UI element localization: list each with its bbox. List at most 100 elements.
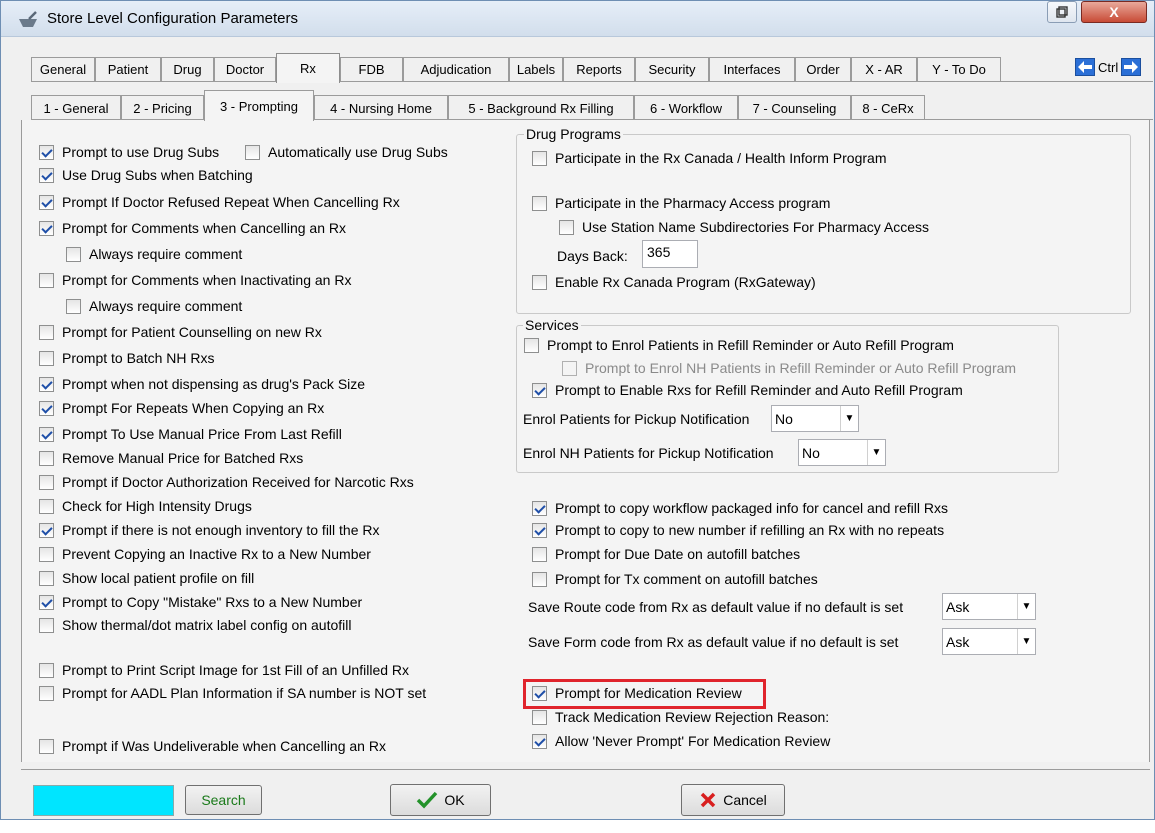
- checkbox[interactable]: [39, 350, 54, 366]
- checkbox[interactable]: [562, 360, 577, 376]
- checkbox[interactable]: [39, 738, 54, 754]
- close-button[interactable]: X: [1081, 1, 1147, 23]
- checkbox[interactable]: [39, 144, 54, 160]
- checkbox[interactable]: [532, 685, 547, 701]
- left-option[interactable]: Prompt if there is not enough inventory …: [39, 522, 380, 538]
- enrol-refill-option[interactable]: Prompt to Enrol Patients in Refill Remin…: [524, 337, 954, 353]
- nh-pickup-notification-select[interactable]: No ▼: [798, 439, 886, 466]
- left-option[interactable]: Prevent Copying an Inactive Rx to a New …: [39, 546, 371, 562]
- track-rejection-option[interactable]: Track Medication Review Rejection Reason…: [532, 709, 829, 725]
- route-code-select[interactable]: Ask ▼: [942, 593, 1036, 620]
- restore-button[interactable]: [1047, 1, 1077, 23]
- tab-fdb[interactable]: FDB: [340, 57, 403, 81]
- checkbox[interactable]: [39, 685, 54, 701]
- enrol-nh-refill-option[interactable]: Prompt to Enrol NH Patients in Refill Re…: [562, 360, 1016, 376]
- left-option[interactable]: Show thermal/dot matrix label config on …: [39, 617, 351, 633]
- right-option[interactable]: Prompt for Due Date on autofill batches: [532, 546, 800, 562]
- checkbox[interactable]: [39, 272, 54, 288]
- right-option[interactable]: Prompt to copy to new number if refillin…: [532, 522, 944, 538]
- left-option[interactable]: Prompt If Doctor Refused Repeat When Can…: [39, 194, 400, 210]
- dropdown-arrow-icon[interactable]: ▼: [840, 406, 858, 431]
- tab-x-ar[interactable]: X - AR: [851, 57, 917, 81]
- checkbox[interactable]: [39, 546, 54, 562]
- enable-rxs-refill-option[interactable]: Prompt to Enable Rxs for Refill Reminder…: [532, 382, 963, 398]
- left-option[interactable]: Prompt to Print Script Image for 1st Fil…: [39, 662, 409, 678]
- checkbox[interactable]: [524, 337, 539, 353]
- checkbox[interactable]: [532, 522, 547, 538]
- left-option[interactable]: Always require comment: [66, 298, 242, 314]
- checkbox[interactable]: [532, 571, 547, 587]
- subtab-general[interactable]: 1 - General: [31, 95, 121, 120]
- tab-general[interactable]: General: [31, 57, 95, 81]
- checkbox[interactable]: [532, 274, 547, 290]
- pharmacy-access-option[interactable]: Participate in the Pharmacy Access progr…: [532, 195, 830, 211]
- station-subdirs-option[interactable]: Use Station Name Subdirectories For Phar…: [559, 219, 929, 235]
- checkbox[interactable]: [39, 194, 54, 210]
- checkbox[interactable]: [39, 220, 54, 236]
- tab-rx[interactable]: Rx: [276, 53, 340, 83]
- left-option[interactable]: Prompt when not dispensing as drug's Pac…: [39, 376, 365, 392]
- left-option[interactable]: Prompt for Comments when Inactivating an…: [39, 272, 351, 288]
- left-option[interactable]: Prompt for Comments when Cancelling an R…: [39, 220, 346, 236]
- tab-labels[interactable]: Labels: [509, 57, 563, 81]
- tab-security[interactable]: Security: [635, 57, 709, 81]
- left-option[interactable]: Check for High Intensity Drugs: [39, 498, 252, 514]
- rx-gateway-option[interactable]: Enable Rx Canada Program (RxGateway): [532, 274, 816, 290]
- auto-drug-subs-option[interactable]: Automatically use Drug Subs: [245, 144, 448, 160]
- checkbox[interactable]: [39, 167, 54, 183]
- left-option[interactable]: Prompt to Copy "Mistake" Rxs to a New Nu…: [39, 594, 362, 610]
- left-option[interactable]: Prompt For Repeats When Copying an Rx: [39, 400, 324, 416]
- subtab-counseling[interactable]: 7 - Counseling: [738, 95, 851, 120]
- medication-review-option[interactable]: Prompt for Medication Review: [532, 685, 742, 701]
- checkbox[interactable]: [39, 570, 54, 586]
- checkbox[interactable]: [39, 426, 54, 442]
- dropdown-arrow-icon[interactable]: ▼: [867, 440, 885, 465]
- left-option[interactable]: Prompt To Use Manual Price From Last Ref…: [39, 426, 342, 442]
- left-option[interactable]: Prompt for Patient Counselling on new Rx: [39, 324, 322, 340]
- search-button[interactable]: Search: [185, 785, 262, 815]
- left-option[interactable]: Use Drug Subs when Batching: [39, 167, 253, 183]
- form-code-select[interactable]: Ask ▼: [942, 628, 1036, 655]
- checkbox[interactable]: [532, 500, 547, 516]
- tab-adjudication[interactable]: Adjudication: [403, 57, 509, 81]
- checkbox[interactable]: [39, 617, 54, 633]
- checkbox[interactable]: [532, 150, 547, 166]
- left-option[interactable]: Always require comment: [66, 246, 242, 262]
- subtab-nursing-home[interactable]: 4 - Nursing Home: [314, 95, 448, 120]
- checkbox[interactable]: [66, 298, 81, 314]
- left-option[interactable]: Prompt for AADL Plan Information if SA n…: [39, 685, 426, 701]
- checkbox[interactable]: [39, 450, 54, 466]
- arrow-left-icon[interactable]: [1075, 58, 1095, 76]
- subtab-background-rx-filling[interactable]: 5 - Background Rx Filling: [448, 95, 634, 120]
- checkbox[interactable]: [66, 246, 81, 262]
- ok-button[interactable]: OK: [390, 784, 491, 816]
- pickup-notification-select[interactable]: No ▼: [771, 405, 859, 432]
- tab-drug[interactable]: Drug: [161, 57, 214, 81]
- checkbox[interactable]: [39, 376, 54, 392]
- left-option[interactable]: Show local patient profile on fill: [39, 570, 254, 586]
- right-option[interactable]: Prompt for Tx comment on autofill batche…: [532, 571, 818, 587]
- subtab-cerx[interactable]: 8 - CeRx: [851, 95, 925, 120]
- tab-patient[interactable]: Patient: [95, 57, 161, 81]
- checkbox[interactable]: [532, 195, 547, 211]
- tab-interfaces[interactable]: Interfaces: [709, 57, 795, 81]
- checkbox[interactable]: [39, 474, 54, 490]
- tab-reports[interactable]: Reports: [563, 57, 635, 81]
- dropdown-arrow-icon[interactable]: ▼: [1017, 594, 1035, 619]
- drug-subs-option[interactable]: Prompt to use Drug Subs: [39, 144, 219, 160]
- search-input[interactable]: [33, 785, 174, 816]
- checkbox[interactable]: [39, 324, 54, 340]
- subtab-workflow[interactable]: 6 - Workflow: [634, 95, 738, 120]
- right-option[interactable]: Prompt to copy workflow packaged info fo…: [532, 500, 948, 516]
- tab-order[interactable]: Order: [795, 57, 851, 81]
- checkbox[interactable]: [532, 733, 547, 749]
- never-prompt-option[interactable]: Allow 'Never Prompt' For Medication Revi…: [532, 733, 830, 749]
- tab-doctor[interactable]: Doctor: [214, 57, 276, 81]
- cancel-button[interactable]: Cancel: [681, 784, 785, 816]
- tab-y-todo[interactable]: Y - To Do: [917, 57, 1001, 81]
- checkbox[interactable]: [532, 709, 547, 725]
- days-back-input[interactable]: 365: [642, 240, 698, 268]
- checkbox[interactable]: [39, 662, 54, 678]
- checkbox[interactable]: [39, 400, 54, 416]
- dropdown-arrow-icon[interactable]: ▼: [1017, 629, 1035, 654]
